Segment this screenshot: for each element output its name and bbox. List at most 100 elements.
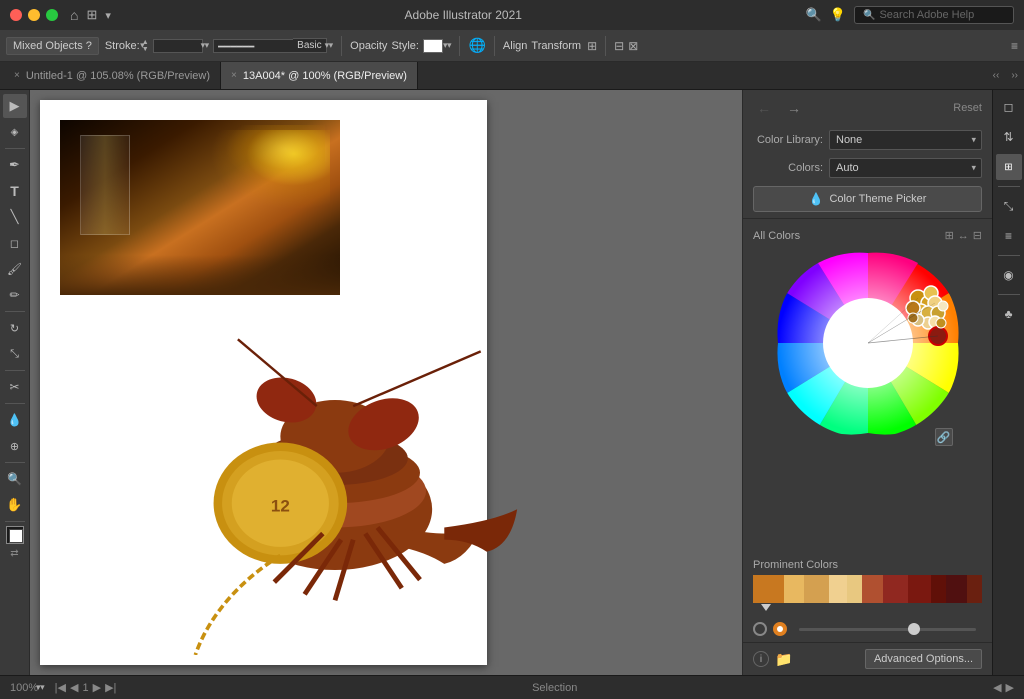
direct-select-tool[interactable]: ◈: [3, 120, 27, 144]
reset-btn[interactable]: Reset: [953, 102, 982, 114]
swap-colors-btn[interactable]: ⇄: [10, 548, 18, 559]
global-icon[interactable]: 🌐: [468, 37, 485, 54]
scissors-tool[interactable]: ✂: [3, 375, 27, 399]
swatch-4[interactable]: [829, 575, 847, 603]
tab-close-13a004[interactable]: ×: [231, 70, 237, 81]
tab-untitled[interactable]: × Untitled-1 @ 105.08% (RGB/Preview): [4, 62, 221, 89]
blend-tool[interactable]: ⊕: [3, 434, 27, 458]
selection-tool-btn[interactable]: Mixed Objects ?: [6, 37, 99, 55]
color-wheel-container[interactable]: 🔗: [773, 248, 963, 438]
rotate-tool[interactable]: ↻: [3, 316, 27, 340]
pen-tool[interactable]: ✒: [3, 153, 27, 177]
shape-tool[interactable]: ◻: [3, 231, 27, 255]
maximize-button[interactable]: [46, 9, 58, 21]
eyedropper-icon: 💧: [809, 192, 824, 206]
color-library-select-wrap[interactable]: None: [829, 130, 982, 150]
pencil-tool[interactable]: ✏: [3, 283, 27, 307]
stroke-style-select[interactable]: ▾: [153, 39, 210, 53]
line-tool[interactable]: ╲: [3, 205, 27, 229]
radio-btn-2[interactable]: [773, 622, 787, 636]
color-wheel-svg[interactable]: [773, 248, 963, 438]
close-button[interactable]: [10, 9, 22, 21]
swatch-strip[interactable]: [753, 575, 982, 603]
tab-collapse-left[interactable]: ‹‹: [987, 62, 1006, 89]
list-view-btn[interactable]: ↔: [958, 229, 969, 242]
swatch-7[interactable]: [883, 575, 908, 603]
colors-select[interactable]: Auto: [829, 158, 982, 178]
stroke-width-select[interactable]: Stroke: ▲▼: [103, 39, 149, 53]
bulb-icon[interactable]: 💡: [830, 7, 846, 23]
type-tool[interactable]: T: [3, 179, 27, 203]
layers-btn[interactable]: ◻: [996, 94, 1022, 120]
grid-view-btn[interactable]: ⊞: [945, 229, 954, 242]
transform-icon[interactable]: ⊞: [587, 39, 597, 53]
tab-close-untitled[interactable]: ×: [14, 70, 20, 81]
next-btn[interactable]: ▶: [93, 681, 101, 694]
swatch-11[interactable]: [967, 575, 982, 603]
status-arr-left[interactable]: ◀: [993, 681, 1001, 694]
properties-btn[interactable]: ⇅: [996, 124, 1022, 150]
info-btn[interactable]: i: [753, 651, 769, 667]
fill-color-box[interactable]: [6, 526, 24, 544]
hand-tool[interactable]: ✋: [3, 493, 27, 517]
link-icon[interactable]: 🔗: [935, 428, 953, 446]
swatch-10[interactable]: [946, 575, 966, 603]
status-arr-right[interactable]: ▶: [1006, 681, 1014, 694]
search-bar[interactable]: 🔍 Search Adobe Help: [854, 6, 1014, 24]
align-distribute-icon[interactable]: ⊟: [614, 39, 624, 53]
menu-icon[interactable]: ≡: [1011, 39, 1018, 53]
arrange-icon[interactable]: ⊠: [628, 39, 638, 53]
right-panel: ← → Reset Color Library: None Colors: Au…: [742, 90, 992, 675]
swatch-5[interactable]: [847, 575, 862, 603]
expand-btn[interactable]: ⊟: [973, 229, 982, 242]
brush-select[interactable]: ━━━━━━ Basic ▾: [213, 38, 333, 53]
transform-btn[interactable]: ⤡: [996, 193, 1022, 219]
swatch-2[interactable]: [784, 575, 804, 603]
style-color-swatch[interactable]: [423, 39, 443, 53]
prominent-colors-label: Prominent Colors: [753, 559, 982, 571]
next-page-btn[interactable]: ▶|: [105, 681, 116, 694]
slider-track[interactable]: [799, 628, 976, 631]
panel-footer: i 📁 Advanced Options...: [743, 642, 992, 675]
grid-icon[interactable]: ⊞: [86, 7, 97, 23]
minimize-button[interactable]: [28, 9, 40, 21]
colors-select-wrap[interactable]: Auto: [829, 158, 982, 178]
symbols-btn[interactable]: ♣: [996, 301, 1022, 327]
swatch-1[interactable]: [753, 575, 784, 603]
swatch-6[interactable]: [862, 575, 882, 603]
radio-btn-1[interactable]: [753, 622, 767, 636]
appearance-btn[interactable]: ◉: [996, 262, 1022, 288]
zoom-tool[interactable]: 🔍: [3, 467, 27, 491]
align-panel-btn[interactable]: ≡: [996, 223, 1022, 249]
canvas-area[interactable]: 12: [30, 90, 742, 675]
prev-page-btn[interactable]: |◀: [55, 681, 66, 694]
swatch-8[interactable]: [908, 575, 931, 603]
scale-tool[interactable]: ⤡: [3, 342, 27, 366]
stroke-arrows[interactable]: ▲▼: [142, 39, 149, 53]
grid-menu-icon[interactable]: ▾: [105, 9, 111, 22]
prev-btn[interactable]: ◀: [70, 681, 78, 694]
search-icon: 🔍: [863, 10, 875, 21]
home-icon[interactable]: ⌂: [70, 7, 78, 23]
swatch-9[interactable]: [931, 575, 946, 603]
mixed-objects-label: Mixed Objects: [13, 40, 83, 52]
advanced-options-btn[interactable]: Advanced Options...: [865, 649, 982, 669]
zoom-select[interactable]: 100% ▾: [10, 682, 45, 694]
tab-collapse-right[interactable]: ››: [1005, 62, 1024, 89]
paintbrush-tool[interactable]: 🖌: [3, 257, 27, 281]
color-guide-btn[interactable]: ⊞: [996, 154, 1022, 180]
eyedropper-tool[interactable]: 💧: [3, 408, 27, 432]
swatch-3[interactable]: [804, 575, 829, 603]
color-library-select[interactable]: None: [829, 130, 982, 150]
color-theme-picker-btn[interactable]: 💧 Color Theme Picker: [753, 186, 982, 212]
slider-thumb[interactable]: [908, 623, 920, 635]
select-tool[interactable]: ▶: [3, 94, 27, 118]
folder-btn[interactable]: 📁: [775, 651, 792, 668]
tab-13a004[interactable]: × 13A004* @ 100% (RGB/Preview): [221, 62, 418, 89]
color-theme-picker-label: Color Theme Picker: [829, 193, 926, 205]
redo-btn[interactable]: →: [783, 98, 805, 118]
undo-btn[interactable]: ←: [753, 98, 775, 118]
style-select[interactable]: ▾: [447, 40, 452, 51]
lobster-svg: 12: [90, 315, 580, 655]
search-magnify-icon: 🔍: [806, 7, 822, 23]
